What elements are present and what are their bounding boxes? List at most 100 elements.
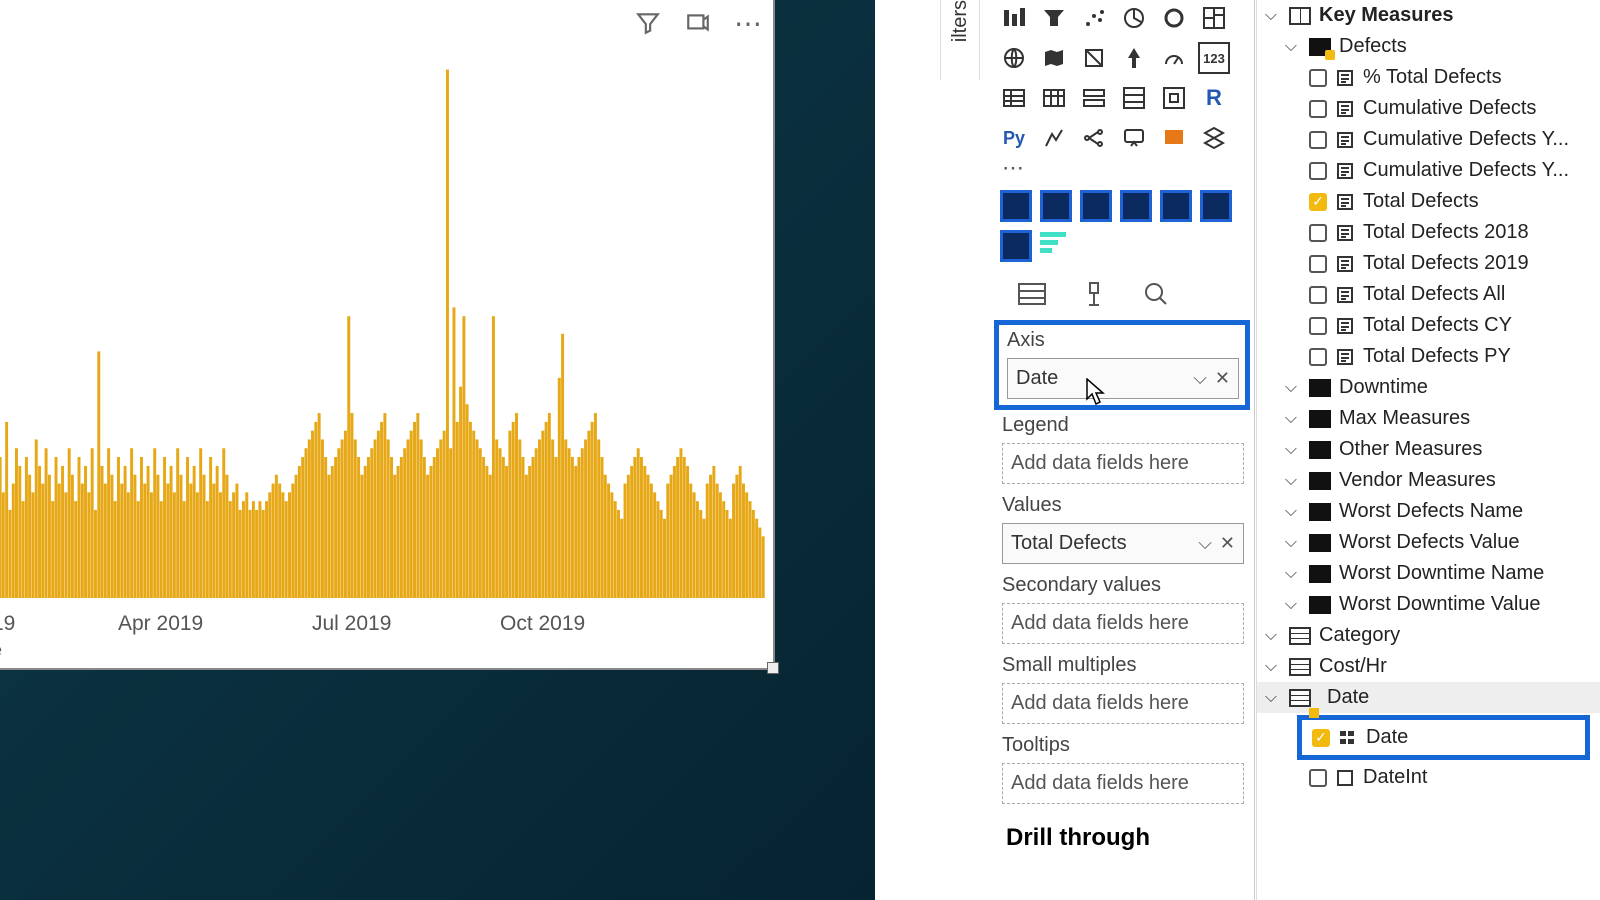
chevron-right-icon[interactable]: ⌵ [1261, 658, 1281, 676]
slicer-icon[interactable] [1118, 82, 1150, 114]
matrix-icon[interactable] [1038, 82, 1070, 114]
custom-visual-icon[interactable] [1040, 190, 1072, 222]
pie-icon[interactable] [1118, 2, 1150, 34]
r-visual-icon[interactable]: R [1198, 82, 1230, 114]
multi-row-icon[interactable] [1078, 82, 1110, 114]
axis-well[interactable]: Axis Date ⌵✕ [994, 320, 1250, 410]
custom-visual-icon[interactable] [1200, 190, 1232, 222]
checkbox[interactable]: ✓ [1309, 193, 1327, 211]
field-item[interactable]: Cumulative Defects [1257, 93, 1600, 124]
chevron-right-icon[interactable]: ⌵ [1281, 565, 1301, 583]
analytics-tab-icon[interactable] [1138, 280, 1174, 308]
checkbox[interactable] [1309, 317, 1327, 335]
chevron-down-icon[interactable]: ⌵ [1261, 689, 1281, 707]
secondary-values-well[interactable]: Secondary values Add data fields here [994, 570, 1250, 650]
checkbox[interactable] [1309, 255, 1327, 273]
chevron-right-icon[interactable]: ⌵ [1281, 596, 1301, 614]
narrative-icon[interactable] [1158, 122, 1190, 154]
well-placeholder[interactable]: Add data fields here [1002, 603, 1244, 644]
values-well[interactable]: Values Total Defects ⌵✕ [994, 490, 1250, 570]
remove-icon[interactable]: ✕ [1215, 368, 1230, 389]
treemap-icon[interactable] [1198, 2, 1230, 34]
checkbox[interactable] [1309, 162, 1327, 180]
resize-handle[interactable] [767, 662, 779, 674]
custom-visual-icon[interactable] [1000, 190, 1032, 222]
checkbox[interactable]: ✓ [1312, 729, 1330, 747]
chevron-down-icon[interactable]: ⌵ [1198, 533, 1212, 554]
more-visuals-icon[interactable]: ⋯ [1002, 156, 1034, 180]
funnel-icon[interactable] [1038, 2, 1070, 34]
chevron-right-icon[interactable]: ⌵ [1281, 410, 1301, 428]
well-placeholder[interactable]: Add data fields here [1002, 763, 1244, 804]
remove-icon[interactable]: ✕ [1220, 533, 1235, 554]
folder-row[interactable]: ⌵ Worst Defects Name [1257, 496, 1600, 527]
field-item[interactable]: Cumulative Defects Y... [1257, 124, 1600, 155]
table-row[interactable]: ⌵ Category [1257, 620, 1600, 651]
folder-defects[interactable]: ⌵ Defects [1257, 31, 1600, 62]
custom-visual-icon[interactable] [1000, 230, 1032, 262]
stacked-bar-icon[interactable] [998, 2, 1030, 34]
folder-row[interactable]: ⌵ Downtime [1257, 372, 1600, 403]
format-tab-icon[interactable] [1076, 280, 1112, 308]
folder-row[interactable]: ⌵ Other Measures [1257, 434, 1600, 465]
folder-row[interactable]: ⌵ Worst Defects Value [1257, 527, 1600, 558]
fields-tab-icon[interactable] [1014, 280, 1050, 308]
folder-row[interactable]: ⌵ Worst Downtime Name [1257, 558, 1600, 589]
focus-mode-icon[interactable] [681, 6, 715, 40]
custom-visual-bars-icon[interactable] [1040, 230, 1072, 254]
chevron-right-icon[interactable]: ⌵ [1281, 379, 1301, 397]
checkbox[interactable] [1309, 769, 1327, 787]
field-item[interactable]: DateInt [1257, 762, 1600, 793]
field-item[interactable]: Total Defects PY [1257, 341, 1600, 372]
table-row[interactable]: ⌵ Cost/Hr [1257, 651, 1600, 682]
folder-row[interactable]: ⌵ Vendor Measures [1257, 465, 1600, 496]
donut-icon[interactable] [1158, 2, 1190, 34]
table-icon[interactable] [998, 82, 1030, 114]
chart-visual[interactable]: ⋯ 19 Apr 2019 Jul 2019 Oct 2019 e [0, 0, 775, 670]
filters-pane-collapsed[interactable]: ilters [940, 0, 980, 80]
field-item[interactable]: Total Defects 2019 [1257, 248, 1600, 279]
card-icon[interactable]: 123 [1198, 42, 1230, 74]
chevron-right-icon[interactable]: ⌵ [1281, 534, 1301, 552]
folder-row[interactable]: ⌵ Max Measures [1257, 403, 1600, 434]
field-item[interactable]: ✓ Total Defects [1257, 186, 1600, 217]
chevron-right-icon[interactable]: ⌵ [1281, 503, 1301, 521]
field-item[interactable]: Total Defects 2018 [1257, 217, 1600, 248]
checkbox[interactable] [1309, 348, 1327, 366]
table-date[interactable]: ⌵ Date [1257, 682, 1600, 713]
decomposition-icon[interactable] [1078, 122, 1110, 154]
checkbox[interactable] [1309, 69, 1327, 87]
shape-map-icon[interactable] [1078, 42, 1110, 74]
key-influencers-icon[interactable] [1038, 122, 1070, 154]
checkbox[interactable] [1309, 131, 1327, 149]
chevron-right-icon[interactable]: ⌵ [1261, 627, 1281, 645]
chevron-right-icon[interactable]: ⌵ [1281, 472, 1301, 490]
chevron-down-icon[interactable]: ⌵ [1261, 7, 1281, 25]
small-multiples-well[interactable]: Small multiples Add data fields here [994, 650, 1250, 730]
filled-map-icon[interactable] [1038, 42, 1070, 74]
scatter-icon[interactable] [1078, 2, 1110, 34]
field-item[interactable]: Cumulative Defects Y... [1257, 155, 1600, 186]
checkbox[interactable] [1309, 224, 1327, 242]
table-key-measures[interactable]: ⌵ Key Measures [1257, 0, 1600, 31]
well-placeholder[interactable]: Add data fields here [1002, 443, 1244, 484]
values-field-pill[interactable]: Total Defects ⌵✕ [1002, 523, 1244, 564]
filter-icon[interactable] [631, 6, 665, 40]
field-item[interactable]: % Total Defects [1257, 62, 1600, 93]
legend-well[interactable]: Legend Add data fields here [994, 410, 1250, 490]
paginated-icon[interactable] [1198, 122, 1230, 154]
custom-visual-icon[interactable] [1120, 190, 1152, 222]
globe-icon[interactable] [998, 42, 1030, 74]
chevron-down-icon[interactable]: ⌵ [1193, 368, 1207, 389]
folder-row[interactable]: ⌵ Worst Downtime Value [1257, 589, 1600, 620]
arrow-icon[interactable] [1118, 42, 1150, 74]
field-item[interactable]: ✓ Date [1297, 715, 1590, 760]
checkbox[interactable] [1309, 286, 1327, 304]
field-item[interactable]: Total Defects All [1257, 279, 1600, 310]
qa-icon[interactable] [1118, 122, 1150, 154]
python-visual-icon[interactable]: Py [998, 122, 1030, 154]
field-item[interactable]: Total Defects CY [1257, 310, 1600, 341]
kpi-icon[interactable] [1158, 82, 1190, 114]
checkbox[interactable] [1309, 100, 1327, 118]
custom-visual-icon[interactable] [1160, 190, 1192, 222]
